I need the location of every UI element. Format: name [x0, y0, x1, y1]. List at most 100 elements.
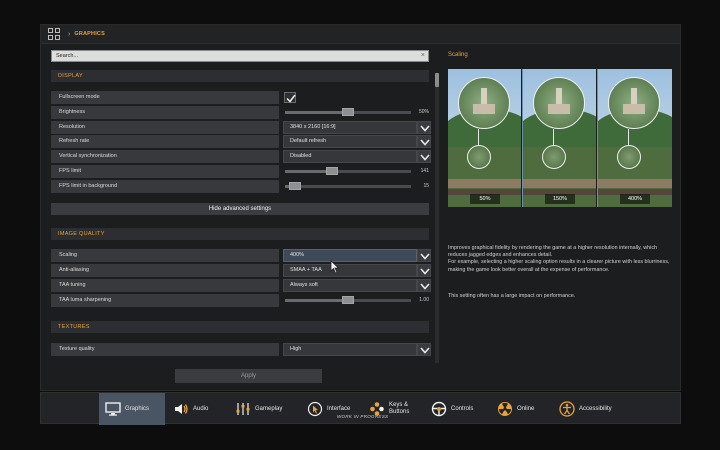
tab-controls[interactable]: Controls	[425, 393, 485, 425]
preview-label-1: 50%	[470, 194, 500, 204]
brightness-slider-knob[interactable]	[342, 108, 354, 116]
scaling-dropdown[interactable]: 400%	[283, 249, 417, 262]
zoom-circle-large	[533, 77, 585, 129]
section-display-header: DISPLAY	[51, 70, 429, 82]
chevron-down-icon[interactable]	[417, 343, 431, 356]
description-paragraph-2: For example, selecting a higher scaling …	[448, 259, 670, 273]
preview-label-3: 400%	[620, 194, 650, 204]
brightness-value: 50%	[418, 109, 429, 115]
tab-online[interactable]: Online	[491, 393, 543, 425]
fps-limit-background-slider-knob[interactable]	[289, 182, 301, 190]
chevron-down-icon[interactable]	[417, 264, 431, 277]
sliders-icon	[235, 401, 251, 417]
row-scaling: Scaling 400%	[51, 249, 431, 262]
preview-column-3: 400%	[598, 69, 672, 207]
checkmark-icon	[286, 94, 296, 103]
section-textures-header: TEXTURES	[51, 321, 429, 333]
tab-graphics[interactable]: Graphics	[99, 393, 165, 425]
chevron-down-icon[interactable]	[417, 279, 431, 292]
texture-quality-dropdown[interactable]: High	[283, 343, 417, 356]
clear-search-icon[interactable]: ×	[421, 51, 425, 61]
scaling-preview-image: 50% 150% 400%	[448, 69, 672, 207]
zoom-circle-large	[458, 77, 510, 129]
refresh-rate-dropdown[interactable]: Default refresh	[283, 135, 417, 148]
monitor-icon	[105, 401, 121, 417]
tab-controls-label: Controls	[451, 405, 474, 412]
taa-luma-sharpening-value: 1.00	[419, 297, 429, 303]
row-refresh-rate: Refresh rate Default refresh	[51, 135, 431, 148]
scaling-label: Scaling	[51, 249, 279, 262]
radiation-icon	[497, 401, 513, 417]
search-placeholder: Search...	[56, 53, 79, 59]
settings-tab-bar: Graphics Audio Gameplay Interface Keys &…	[40, 392, 681, 425]
settings-list-panel: Search... × DISPLAY Fullscreen mode Brig…	[49, 49, 441, 387]
speaker-icon	[173, 401, 189, 417]
fps-limit-background-label: FPS limit in background	[51, 180, 279, 193]
settings-scrollbar[interactable]	[435, 73, 439, 363]
steering-wheel-icon	[431, 401, 447, 417]
row-fps-limit-background: FPS limit in background 15	[51, 180, 429, 193]
taa-tuning-label: TAA tuning	[51, 279, 279, 292]
anti-aliasing-dropdown[interactable]: SMAA + TAA	[283, 264, 417, 277]
mouse-cursor-icon	[330, 260, 340, 274]
apply-button[interactable]: Apply	[175, 369, 322, 383]
row-fullscreen: Fullscreen mode	[51, 91, 429, 104]
chevron-down-icon[interactable]	[417, 135, 431, 148]
fullscreen-label: Fullscreen mode	[51, 91, 279, 104]
tab-keys-buttons-label: Keys & Buttons	[389, 402, 410, 415]
row-taa-luma-sharpening: TAA luma sharpening 1.00	[51, 294, 429, 307]
zoom-circle-small	[467, 145, 491, 169]
tab-accessibility[interactable]: Accessibility	[553, 393, 633, 425]
fps-limit-label: FPS limit	[51, 165, 279, 178]
preview-column-1: 50%	[448, 69, 522, 207]
chevron-down-icon[interactable]	[417, 121, 431, 134]
tab-keys-buttons[interactable]: Keys & Buttons	[363, 393, 423, 425]
setting-details-panel: Scaling 50% 150% 400% Improves graphical…	[448, 49, 676, 387]
brightness-label: Brightness	[51, 106, 279, 119]
chevron-down-icon[interactable]	[417, 150, 431, 163]
row-vsync: Vertical synchronization Disabled	[51, 150, 431, 163]
tab-graphics-label: Graphics	[125, 405, 150, 412]
fullscreen-checkbox[interactable]	[284, 92, 296, 103]
tab-audio-label: Audio	[193, 405, 209, 412]
chevron-down-icon[interactable]	[417, 249, 431, 262]
performance-note: This setting often has a large impact on…	[448, 293, 576, 299]
row-resolution: Resolution 3840 x 2160 [16:9]	[51, 121, 431, 134]
tab-online-label: Online	[517, 405, 535, 412]
fps-limit-slider-knob[interactable]	[326, 167, 338, 175]
grid-menu-icon[interactable]	[48, 28, 60, 40]
accessibility-icon	[559, 401, 575, 417]
tab-interface-label: Interface	[327, 405, 351, 412]
tab-audio[interactable]: Audio	[167, 393, 219, 425]
zoom-circle-small	[617, 145, 641, 169]
row-anti-aliasing: Anti-aliasing SMAA + TAA	[51, 264, 431, 277]
refresh-rate-label: Refresh rate	[51, 135, 279, 148]
vsync-label: Vertical synchronization	[51, 150, 279, 163]
zoom-circle-large	[608, 77, 660, 129]
vsync-dropdown[interactable]: Disabled	[283, 150, 417, 163]
tab-accessibility-label: Accessibility	[579, 405, 612, 412]
fps-limit-background-slider[interactable]	[285, 182, 411, 190]
row-taa-tuning: TAA tuning Always soft	[51, 279, 431, 292]
taa-tuning-dropdown[interactable]: Always soft	[283, 279, 417, 292]
taa-luma-sharpening-slider-knob[interactable]	[342, 296, 354, 304]
resolution-dropdown[interactable]: 3840 x 2160 [16:9]	[283, 121, 417, 134]
details-description: Improves graphical fidelity by rendering…	[448, 245, 672, 274]
zoom-circle-small	[542, 145, 566, 169]
settings-scroll-area[interactable]: DISPLAY Fullscreen mode Brightness 50% R…	[49, 68, 441, 384]
cursor-icon	[307, 401, 323, 417]
brightness-slider[interactable]	[285, 108, 411, 116]
anti-aliasing-label: Anti-aliasing	[51, 264, 279, 277]
tab-gameplay[interactable]: Gameplay	[229, 393, 299, 425]
breadcrumb-bar: › GRAPHICS	[41, 25, 680, 44]
hide-advanced-settings-button[interactable]: Hide advanced settings	[51, 203, 429, 215]
search-input[interactable]: Search... ×	[51, 50, 429, 62]
row-fps-limit: FPS limit 141	[51, 165, 429, 178]
breadcrumb-graphics[interactable]: GRAPHICS	[74, 31, 105, 37]
tab-interface[interactable]: Interface	[301, 393, 363, 425]
fps-limit-slider[interactable]	[285, 167, 411, 175]
taa-luma-sharpening-slider[interactable]	[285, 296, 411, 304]
description-paragraph-1: Improves graphical fidelity by rendering…	[448, 245, 658, 259]
scrollbar-thumb[interactable]	[435, 73, 439, 87]
tab-gameplay-label: Gameplay	[255, 405, 283, 412]
